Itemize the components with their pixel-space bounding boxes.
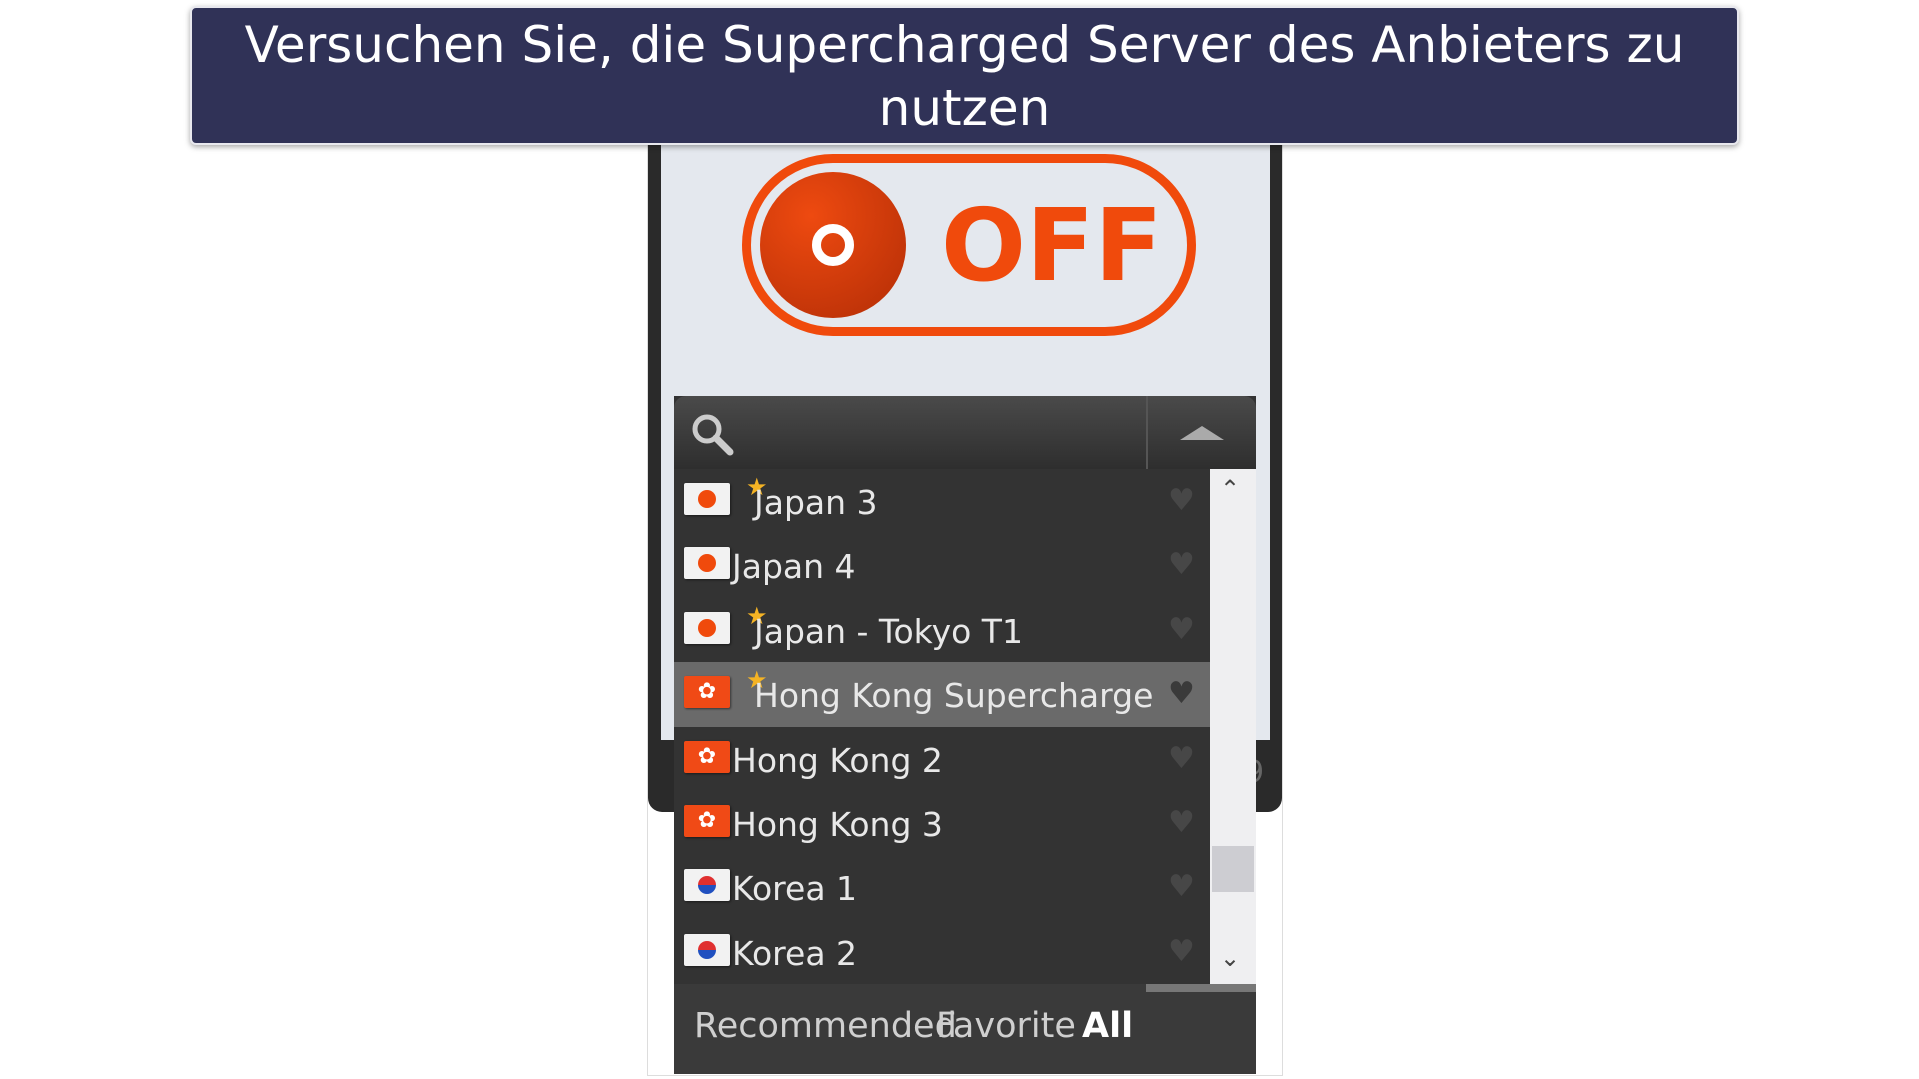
server-tabs: Recommended Favorite All — [674, 984, 1256, 1074]
favorite-heart-icon[interactable]: ♥ — [1168, 869, 1195, 904]
server-name: Hong Kong Supercharge — [754, 676, 1154, 716]
japan-flag-icon — [684, 611, 730, 644]
korea-flag-icon — [684, 933, 730, 966]
server-row[interactable]: ✿ Hong Kong 2 ♥ — [674, 727, 1210, 791]
korea-flag-icon — [684, 869, 730, 902]
tab-favorite[interactable]: Favorite — [936, 1006, 1076, 1046]
server-row[interactable]: Korea 2 ♥ — [674, 920, 1210, 984]
search-icon[interactable] — [688, 410, 738, 460]
server-name: Korea 1 — [732, 869, 858, 909]
tab-all[interactable]: All — [1082, 1006, 1133, 1046]
server-row[interactable]: ✿ Hong Kong 3 ♥ — [674, 791, 1210, 855]
hong-kong-flag-icon: ✿ — [684, 804, 730, 837]
hong-kong-flag-icon: ✿ — [684, 676, 730, 709]
tab-recommended[interactable]: Recommended — [694, 1006, 957, 1046]
server-name: Japan - Tokyo T1 — [754, 611, 1023, 651]
favorite-heart-icon[interactable]: ♥ — [1168, 934, 1195, 969]
toggle-state-label: OFF — [941, 187, 1163, 304]
server-name: Japan 4 — [732, 547, 856, 587]
favorite-heart-icon[interactable]: ♥ — [1168, 741, 1195, 776]
server-dropdown: ★ Japan 3 ♥ Japan 4 ♥ ★ Japan - Tokyo T1 ♥ ✿ ★ Hon… — [674, 396, 1256, 1074]
favorite-heart-icon[interactable]: ♥ — [1168, 547, 1195, 582]
favorite-heart-icon[interactable]: ♥ — [1168, 612, 1195, 647]
dropdown-header — [674, 396, 1256, 469]
server-row[interactable]: ★ Japan 3 ♥ — [674, 469, 1210, 533]
server-name: Hong Kong 3 — [732, 804, 943, 844]
server-name: Hong Kong 2 — [732, 740, 943, 780]
server-row[interactable]: Japan 4 ♥ — [674, 533, 1210, 597]
japan-flag-icon — [684, 547, 730, 580]
server-name: Japan 3 — [754, 483, 878, 522]
active-tab-indicator — [1146, 984, 1256, 992]
caption-banner: Versuchen Sie, die Supercharged Server d… — [190, 6, 1739, 145]
scrollbar[interactable]: ⌃ ⌄ — [1210, 469, 1256, 984]
vpn-power-toggle[interactable]: OFF — [742, 154, 1196, 336]
scroll-up-icon[interactable]: ⌃ — [1220, 475, 1240, 503]
server-row[interactable]: ✿ ★ Hong Kong Supercharge ♥ — [674, 662, 1210, 727]
scrollbar-thumb[interactable] — [1212, 846, 1254, 892]
hong-kong-flag-icon: ✿ — [684, 740, 730, 773]
japan-flag-icon — [684, 483, 730, 515]
favorite-heart-icon[interactable]: ♥ — [1168, 483, 1195, 518]
server-row[interactable]: Korea 1 ♥ — [674, 855, 1210, 919]
server-name: Korea 2 — [732, 933, 858, 973]
scroll-down-icon[interactable]: ⌄ — [1220, 944, 1240, 972]
server-row[interactable]: ★ Japan - Tokyo T1 ♥ — [674, 598, 1210, 662]
collapse-dropdown-button[interactable] — [1146, 396, 1256, 469]
power-knob-icon — [760, 172, 906, 318]
server-list: ★ Japan 3 ♥ Japan 4 ♥ ★ Japan - Tokyo T1 ♥ ✿ ★ Hon… — [674, 469, 1210, 984]
favorite-heart-icon[interactable]: ♥ — [1168, 676, 1195, 711]
favorite-heart-icon[interactable]: ♥ — [1168, 805, 1195, 840]
